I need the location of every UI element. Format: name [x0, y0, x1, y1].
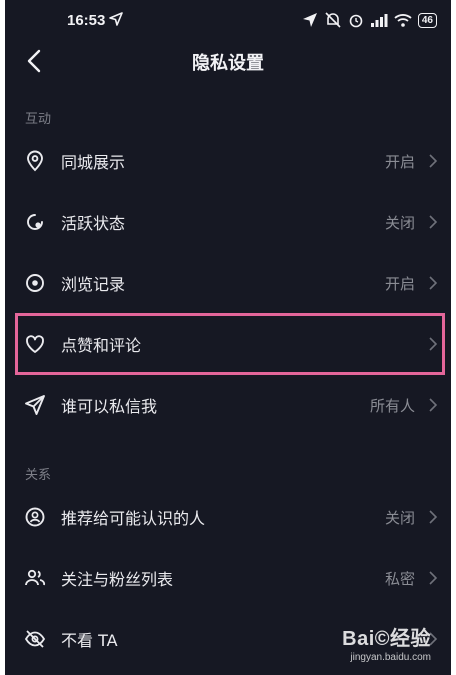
activity-status-icon [27, 214, 43, 230]
status-bar: 16:53 46 [5, 0, 451, 40]
row-value: 关闭 [384, 213, 415, 232]
row-value: 关闭 [384, 508, 415, 527]
settings-row-following-followers[interactable]: 关注与粉丝列表 私密 [5, 549, 451, 607]
chevron-right-icon [429, 510, 438, 524]
row-label: 不看 TA [61, 631, 118, 650]
baidu-jingyan-watermark: Bai©经验 jingyan.baidu.com [342, 622, 431, 663]
settings-row-activity-status[interactable]: 活跃状态 关闭 [5, 193, 451, 251]
status-time: 16:53 [67, 12, 106, 29]
chevron-right-icon [429, 215, 438, 229]
wifi-icon [394, 14, 412, 27]
phone-screen: 16:53 46 隐私设置 互动 同城展示 开启 活跃状态 关闭 浏览记录 开启… [5, 0, 451, 675]
settings-row-browsing-history[interactable]: 浏览记录 开启 [5, 254, 451, 312]
row-label: 浏览记录 [61, 275, 126, 294]
location-pin-icon [27, 150, 43, 172]
battery-level: 46 [417, 12, 437, 28]
chevron-right-icon [429, 571, 438, 585]
eye-off-icon [24, 630, 46, 648]
row-value: 开启 [384, 152, 415, 171]
mute-bell-icon [325, 12, 341, 28]
chevron-right-icon [429, 276, 438, 290]
person-circle-icon [25, 507, 45, 527]
nav-bar: 隐私设置 [5, 40, 451, 84]
row-value: 开启 [384, 274, 415, 293]
section-header-relations: 关系 [25, 468, 52, 483]
location-arrow-icon [302, 13, 317, 27]
chevron-right-icon [429, 398, 438, 412]
settings-row-nearby-display[interactable]: 同城展示 开启 [5, 132, 451, 190]
settings-row-recommend-to-acquaintances[interactable]: 推荐给可能认识的人 关闭 [5, 488, 451, 546]
location-arrow-icon [109, 12, 123, 26]
settings-row-likes-comments[interactable]: 点赞和评论 [5, 315, 451, 373]
watermark-logo: Bai©经验 [342, 628, 431, 650]
row-label: 关注与粉丝列表 [61, 570, 174, 589]
signal-icon [370, 14, 388, 27]
chevron-right-icon [429, 154, 438, 168]
row-label: 活跃状态 [61, 214, 126, 233]
send-icon [25, 395, 45, 415]
row-value: 所有人 [369, 396, 415, 415]
row-label: 推荐给可能认识的人 [61, 509, 206, 528]
row-label: 同城展示 [61, 153, 126, 172]
people-icon [25, 569, 46, 586]
heart-icon [26, 335, 44, 353]
settings-row-who-can-message[interactable]: 谁可以私信我 所有人 [5, 376, 451, 434]
page-title: 隐私设置 [192, 53, 264, 74]
alarm-icon [349, 14, 363, 28]
section-header-interaction: 互动 [25, 112, 52, 127]
status-icons: 46 [302, 11, 437, 29]
eye-icon [26, 274, 44, 292]
row-value: 私密 [384, 569, 415, 588]
row-label: 点赞和评论 [61, 336, 142, 355]
row-label: 谁可以私信我 [61, 397, 158, 416]
chevron-right-icon [429, 337, 438, 351]
watermark-url: jingyan.baidu.com [350, 652, 431, 663]
